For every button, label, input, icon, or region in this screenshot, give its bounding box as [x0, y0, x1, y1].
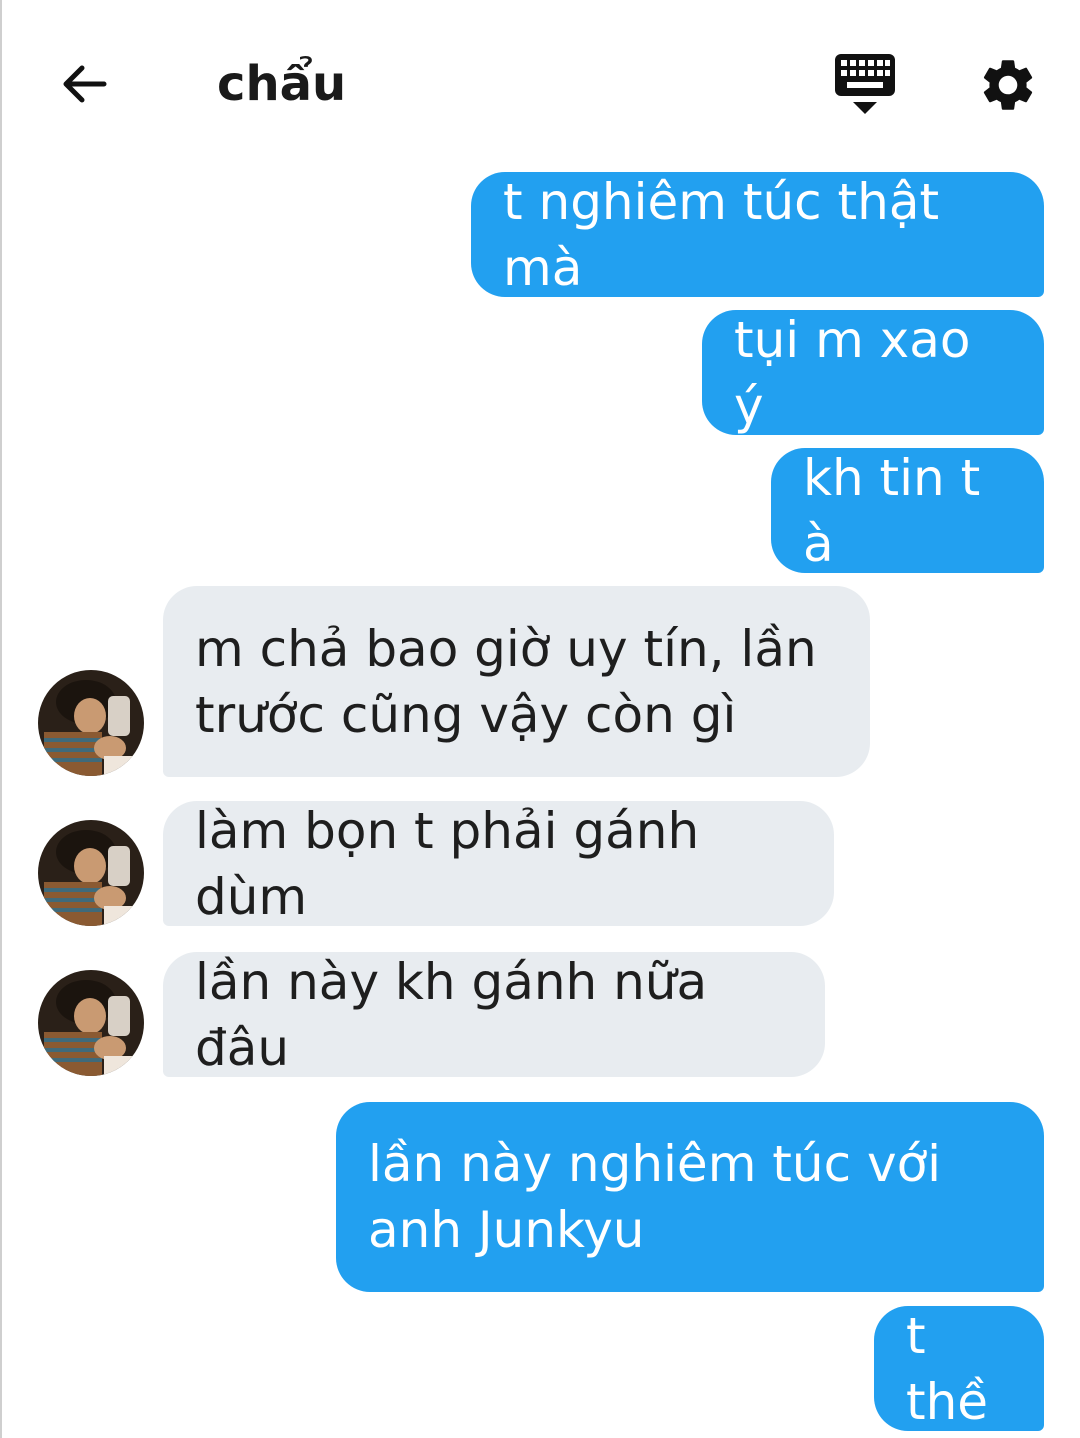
sent-message[interactable]: lần này nghiêm túc với anh Junkyu	[336, 1102, 1044, 1292]
avatar[interactable]	[38, 670, 144, 776]
chat-screen: chẩu t nghiêm túc thật mà tụi m xao ý kh…	[0, 0, 1080, 1438]
sent-message[interactable]: t nghiêm túc thật mà	[471, 172, 1044, 297]
arrow-left-icon	[63, 65, 107, 103]
message-text-line: lần này nghiêm túc với	[368, 1135, 942, 1193]
message-text: tụi m xao ý	[734, 310, 971, 435]
avatar-photo	[38, 970, 144, 1076]
screen-edge	[0, 0, 2, 1438]
keyboard-icon	[835, 54, 895, 114]
gear-icon	[983, 60, 1033, 110]
message-text: lần này nghiêm túc với anh Junkyu	[368, 1131, 941, 1263]
avatar-photo	[38, 670, 144, 776]
keyboard-button[interactable]	[832, 52, 898, 118]
conversation-title: chẩu	[217, 56, 347, 112]
message-text-line: m chả bao giờ uy tín, lần	[195, 619, 817, 678]
settings-button[interactable]	[975, 52, 1041, 118]
received-message[interactable]: lần này kh gánh nữa đâu	[163, 952, 825, 1077]
message-text: kh tin t à	[803, 448, 981, 573]
avatar[interactable]	[38, 970, 144, 1076]
avatar[interactable]	[38, 820, 144, 926]
sent-message[interactable]: kh tin t à	[771, 448, 1044, 573]
message-text: m chả bao giờ uy tín, lần trước cũng vậy…	[195, 616, 817, 748]
message-text: làm bọn t phải gánh dùm	[195, 801, 700, 926]
sent-message[interactable]: tụi m xao ý	[702, 310, 1044, 435]
sent-message[interactable]: t thề	[874, 1306, 1044, 1431]
received-message[interactable]: làm bọn t phải gánh dùm	[163, 801, 834, 926]
message-text: t thề	[906, 1306, 989, 1431]
back-button[interactable]	[52, 52, 116, 116]
message-text: lần này kh gánh nữa đâu	[195, 952, 708, 1077]
avatar-photo	[38, 820, 144, 926]
chat-header: chẩu	[0, 0, 1080, 165]
message-text-line: trước cũng vậy còn gì	[195, 685, 737, 744]
received-message[interactable]: m chả bao giờ uy tín, lần trước cũng vậy…	[163, 586, 870, 777]
message-text: t nghiêm túc thật mà	[503, 172, 940, 297]
message-text-line: anh Junkyu	[368, 1201, 645, 1259]
